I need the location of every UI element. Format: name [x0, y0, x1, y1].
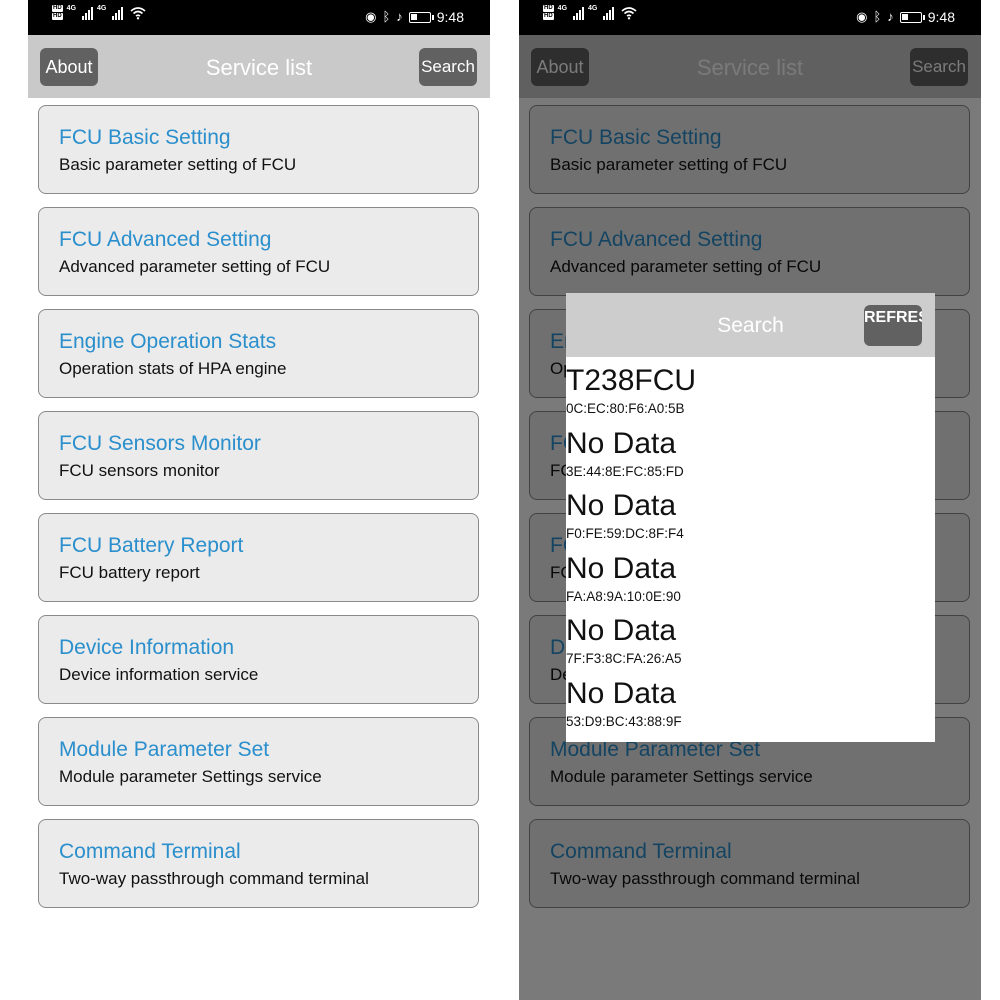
service-item-engine-operation-stats[interactable]: Engine Operation Stats Operation stats o…: [38, 309, 479, 398]
network-type-label: 4G: [97, 5, 107, 12]
device-name: No Data: [566, 426, 677, 460]
wifi-icon: [621, 6, 637, 20]
clock: 9:48: [436, 9, 464, 25]
eye-icon: ◉: [856, 9, 868, 24]
battery-icon: [408, 11, 434, 23]
signal-icon: [112, 6, 124, 20]
device-name: No Data: [566, 614, 677, 647]
service-title: FCU Battery Report: [59, 534, 244, 557]
status-left: HD HD 4G 4G: [543, 5, 637, 21]
status-bar: HD HD 4G 4G ◉ ᛒ ♪ 9:48: [28, 0, 490, 35]
service-title: FCU Advanced Setting: [59, 228, 272, 251]
device-item[interactable]: T238FCU 0C:EC:80:F6:A0:5B: [566, 363, 935, 426]
hd-label: HD: [52, 13, 63, 20]
hd-label: HD: [543, 5, 554, 12]
phone-screen-service-list: HD HD 4G 4G ◉ ᛒ ♪ 9:48 About Service lis…: [28, 0, 490, 1000]
network-type-label: 4G: [557, 5, 568, 12]
device-mac: FA:A8:9A:10:0E:90: [566, 588, 681, 604]
app-header: About Service list Search: [28, 35, 490, 98]
device-list: T238FCU 0C:EC:80:F6:A0:5B No Data 3E:44:…: [566, 363, 935, 738]
network-type-label: 4G: [588, 5, 598, 12]
device-item[interactable]: No Data 7F:F3:8C:FA:26:A5: [566, 613, 935, 676]
hd-icon: HD HD: [543, 5, 554, 21]
dialog-header: Search REFRESH: [566, 293, 935, 357]
service-item-fcu-basic-setting[interactable]: FCU Basic Setting Basic parameter settin…: [38, 105, 479, 194]
service-description: Basic parameter setting of FCU: [59, 155, 297, 174]
service-item-module-parameter-set[interactable]: Module Parameter Set Module parameter Se…: [38, 717, 479, 806]
service-title: Engine Operation Stats: [59, 330, 277, 353]
clock: 9:48: [927, 9, 955, 25]
service-description: Operation stats of HPA engine: [59, 359, 287, 378]
search-dialog: Search REFRESH T238FCU 0C:EC:80:F6:A0:5B…: [566, 293, 935, 742]
device-item[interactable]: No Data F0:FE:59:DC:8F:F4: [566, 488, 935, 551]
service-title: Module Parameter Set: [59, 738, 270, 761]
refresh-button[interactable]: REFRESH: [864, 305, 922, 346]
phone-screen-search-dialog: HD HD 4G 4G ◉ ᛒ ♪ 9:48 About Service lis…: [519, 0, 981, 1000]
device-item[interactable]: No Data 3E:44:8E:FC:85:FD: [566, 426, 935, 489]
network-type-label: 4G: [66, 5, 77, 12]
device-name: No Data: [566, 489, 677, 522]
search-button[interactable]: Search: [419, 48, 477, 86]
service-description: Two-way passthrough command terminal: [59, 869, 369, 888]
bell-off-icon: ♪: [887, 9, 894, 24]
service-item-device-information[interactable]: Device Information Device information se…: [38, 615, 479, 704]
hd-label: HD: [52, 5, 63, 12]
status-right: ◉ ᛒ ♪ 9:48: [856, 9, 955, 25]
service-description: FCU sensors monitor: [59, 461, 220, 480]
eye-icon: ◉: [365, 9, 377, 24]
signal-icon: [603, 6, 615, 20]
service-title: FCU Basic Setting: [59, 126, 231, 149]
service-description: Device information service: [59, 665, 259, 684]
service-item-fcu-sensors-monitor[interactable]: FCU Sensors Monitor FCU sensors monitor: [38, 411, 479, 500]
service-item-command-terminal[interactable]: Command Terminal Two-way passthrough com…: [38, 819, 479, 908]
device-mac: F0:FE:59:DC:8F:F4: [566, 526, 684, 541]
bluetooth-icon: ᛒ: [382, 9, 391, 24]
service-title: Command Terminal: [59, 840, 241, 863]
service-list: FCU Basic Setting Basic parameter settin…: [38, 105, 479, 921]
device-name: No Data: [566, 551, 677, 585]
service-description: FCU battery report: [59, 563, 200, 582]
device-item[interactable]: No Data FA:A8:9A:10:0E:90: [566, 551, 935, 614]
device-item[interactable]: No Data 53:D9:BC:43:88:9F: [566, 676, 935, 739]
service-description: Module parameter Settings service: [59, 767, 322, 786]
device-mac: 0C:EC:80:F6:A0:5B: [566, 401, 685, 416]
status-left: HD HD 4G 4G: [52, 5, 146, 21]
hd-label: HD: [543, 13, 554, 20]
battery-icon: [899, 11, 925, 23]
device-mac: 53:D9:BC:43:88:9F: [566, 713, 682, 729]
bell-off-icon: ♪: [396, 9, 403, 24]
signal-icon: [82, 6, 94, 20]
device-name: T238FCU: [566, 364, 697, 397]
wifi-icon: [130, 6, 146, 20]
device-mac: 3E:44:8E:FC:85:FD: [566, 463, 684, 479]
status-bar: HD HD 4G 4G ◉ ᛒ ♪ 9:48: [519, 0, 981, 35]
service-item-fcu-battery-report[interactable]: FCU Battery Report FCU battery report: [38, 513, 479, 602]
service-item-fcu-advanced-setting[interactable]: FCU Advanced Setting Advanced parameter …: [38, 207, 479, 296]
service-description: Advanced parameter setting of FCU: [59, 257, 331, 276]
signal-icon: [573, 6, 585, 20]
device-name: No Data: [566, 676, 677, 710]
device-mac: 7F:F3:8C:FA:26:A5: [566, 651, 682, 666]
service-title: Device Information: [59, 636, 235, 659]
hd-icon: HD HD: [52, 5, 63, 21]
status-right: ◉ ᛒ ♪ 9:48: [365, 9, 464, 25]
service-title: FCU Sensors Monitor: [59, 432, 261, 455]
bluetooth-icon: ᛒ: [873, 9, 882, 24]
